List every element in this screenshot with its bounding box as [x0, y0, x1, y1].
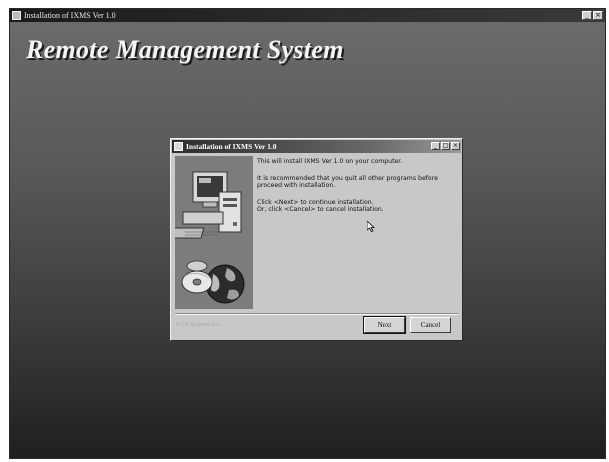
dialog-close-button[interactable]: ×	[451, 142, 460, 150]
mouse-cursor-icon	[367, 221, 375, 232]
computer-illustration-icon	[175, 156, 253, 309]
app-icon	[12, 11, 21, 20]
close-button[interactable]: ×	[593, 11, 603, 20]
dialog-separator	[175, 313, 458, 315]
dialog-app-icon	[174, 142, 183, 151]
outer-titlebar[interactable]: Installation of IXMS Ver 1.0 _ ×	[10, 9, 605, 22]
outer-window-title: Installation of IXMS Ver 1.0	[24, 11, 116, 20]
page-title: Remote Management System	[26, 35, 344, 64]
message-cancel-instruction: Or, click <Cancel> to cancel installatio…	[257, 206, 384, 214]
install-dialog: Installation of IXMS Ver 1.0 _ □ × This …	[170, 138, 463, 341]
dialog-titlebar[interactable]: Installation of IXMS Ver 1.0 _ □ ×	[172, 140, 461, 153]
dialog-minimize-button[interactable]: _	[431, 142, 440, 150]
dialog-message: This will install IXMS Ver 1.0 on your c…	[257, 158, 457, 223]
message-recommendation: It is recommended that you quit all othe…	[257, 174, 438, 190]
dialog-maximize-button[interactable]: □	[441, 142, 450, 150]
cancel-button[interactable]: Cancel	[410, 317, 451, 333]
message-next-instruction: Click <Next> to continue installation.	[257, 198, 374, 206]
message-intro: This will install IXMS Ver 1.0 on your c…	[257, 158, 403, 165]
minimize-button[interactable]: _	[582, 11, 592, 20]
next-button[interactable]: Next	[363, 316, 406, 334]
installer-illustration	[175, 156, 253, 309]
dialog-title: Installation of IXMS Ver 1.0	[186, 142, 277, 151]
vendor-label: KT/P Systems Inc.	[176, 322, 221, 328]
